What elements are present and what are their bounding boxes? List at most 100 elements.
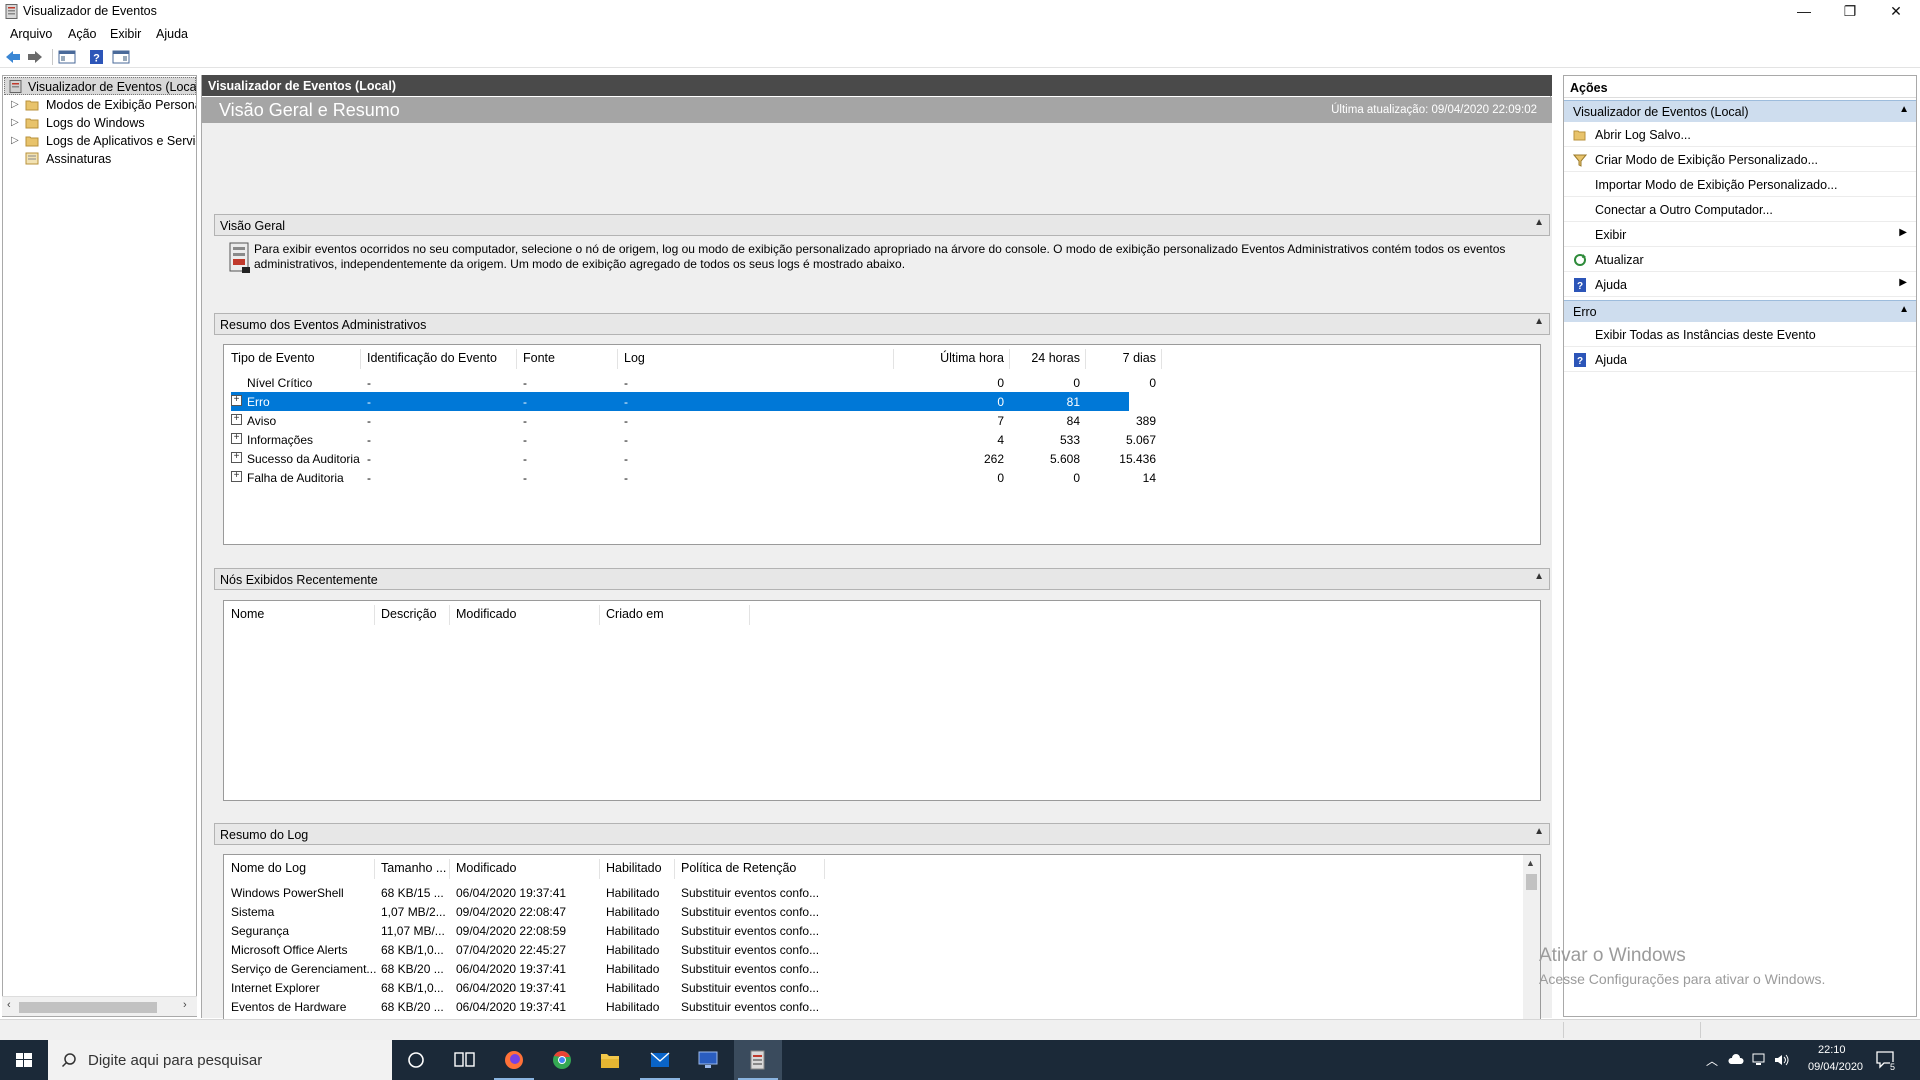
column-divider[interactable] bbox=[1161, 349, 1162, 369]
column-header-id[interactable]: Identificação do Evento bbox=[367, 351, 497, 369]
log-summary-row[interactable]: Serviço de Gerenciament... 68 KB/20 ... 06… bbox=[231, 959, 1521, 978]
cortana-icon[interactable] bbox=[392, 1040, 440, 1080]
taskbar-event-viewer[interactable] bbox=[734, 1040, 782, 1080]
onedrive-cloud-icon[interactable] bbox=[1728, 1054, 1744, 1065]
expand-arrow-icon[interactable]: ▷ bbox=[11, 135, 19, 146]
expand-arrow-icon[interactable]: ▷ bbox=[11, 99, 19, 110]
admin-summary-row[interactable]: + Erro - - - 0 81 306 bbox=[231, 392, 1156, 411]
log-summary-row[interactable]: Microsoft Office Alerts 68 KB/1,0... 07/04… bbox=[231, 940, 1521, 959]
column-divider[interactable] bbox=[1009, 349, 1010, 369]
taskbar-search-box[interactable]: Digite aqui para pesquisar bbox=[48, 1040, 392, 1080]
action-item[interactable]: Exibir Todas as Instâncias deste Evento bbox=[1564, 323, 1916, 347]
scrollbar-thumb[interactable] bbox=[1526, 874, 1537, 890]
column-divider[interactable] bbox=[516, 349, 517, 369]
menu-arquivo[interactable]: Arquivo bbox=[10, 27, 52, 41]
collapse-icon[interactable]: ▲ bbox=[1534, 826, 1544, 837]
action-item[interactable]: Conectar a Outro Computador... bbox=[1564, 198, 1916, 222]
section-log-summary-header[interactable]: Resumo do Log ▲ bbox=[214, 823, 1550, 845]
column-divider[interactable] bbox=[599, 605, 600, 625]
tray-chevron-up-icon[interactable]: ︿ bbox=[1706, 1052, 1718, 1069]
collapse-icon[interactable]: ▲ bbox=[1899, 304, 1909, 315]
column-divider[interactable] bbox=[449, 859, 450, 879]
section-recent-header[interactable]: Nós Exibidos Recentemente ▲ bbox=[214, 568, 1550, 590]
actions-group-local[interactable]: Visualizador de Eventos (Local) ▲ bbox=[1564, 100, 1916, 122]
action-item[interactable]: Atualizar bbox=[1564, 248, 1916, 272]
column-header-created[interactable]: Criado em bbox=[606, 607, 664, 625]
expand-arrow-icon[interactable]: ▷ bbox=[11, 117, 19, 128]
section-overview-header[interactable]: Visão Geral ▲ bbox=[214, 214, 1550, 236]
log-summary-row[interactable]: Segurança 11,07 MB/... 09/04/2020 22:08:59… bbox=[231, 921, 1521, 940]
network-icon[interactable] bbox=[1752, 1053, 1768, 1067]
show-hide-action-pane-icon[interactable] bbox=[112, 49, 130, 65]
log-summary-row[interactable]: Sistema 1,07 MB/2... 09/04/2020 22:08:47 Ha… bbox=[231, 902, 1521, 921]
scroll-right-icon[interactable]: › bbox=[183, 999, 187, 1011]
action-item[interactable]: Abrir Log Salvo... bbox=[1564, 123, 1916, 147]
tree-node-windows-logs[interactable]: ▷ Logs do Windows bbox=[4, 114, 196, 132]
column-header-type[interactable]: Tipo de Evento bbox=[231, 351, 315, 369]
taskbar-file-explorer[interactable] bbox=[586, 1040, 634, 1080]
show-hide-console-tree-icon[interactable] bbox=[58, 49, 76, 65]
close-button[interactable]: ✕ bbox=[1873, 0, 1919, 23]
restore-button[interactable]: ❐ bbox=[1827, 0, 1873, 23]
column-header-modified[interactable]: Modificado bbox=[456, 861, 516, 879]
column-divider[interactable] bbox=[1085, 349, 1086, 369]
scrollbar-thumb[interactable] bbox=[19, 1002, 157, 1013]
collapse-icon[interactable]: ▲ bbox=[1534, 316, 1544, 327]
log-summary-row[interactable]: Eventos de Hardware 68 KB/20 ... 06/04/202… bbox=[231, 997, 1521, 1016]
column-divider[interactable] bbox=[617, 349, 618, 369]
column-header-size[interactable]: Tamanho ... bbox=[381, 861, 446, 879]
expand-plus-icon[interactable]: + bbox=[231, 452, 242, 463]
windows-start-icon[interactable] bbox=[0, 1040, 48, 1080]
collapse-icon[interactable]: ▲ bbox=[1534, 571, 1544, 582]
column-header-last-hour[interactable]: Última hora bbox=[898, 351, 1004, 369]
clock-date[interactable]: 09/04/2020 bbox=[1808, 1061, 1863, 1073]
column-header-enabled[interactable]: Habilitado bbox=[606, 861, 662, 879]
admin-summary-row[interactable]: Nível Crítico - - - 0 0 0 bbox=[231, 373, 1156, 392]
expand-plus-icon[interactable]: + bbox=[231, 433, 242, 444]
admin-summary-row[interactable]: + Informações - - - 4 533 5.067 bbox=[231, 430, 1156, 449]
column-divider[interactable] bbox=[893, 349, 894, 369]
action-item[interactable]: ? Ajuda ▶ bbox=[1564, 273, 1916, 297]
column-divider[interactable] bbox=[449, 605, 450, 625]
menu-exibir[interactable]: Exibir bbox=[110, 27, 141, 41]
volume-icon[interactable] bbox=[1774, 1053, 1790, 1067]
clock-time[interactable]: 22:10 bbox=[1818, 1044, 1846, 1056]
tree-node-custom-views[interactable]: ▷ Modos de Exibição Personalizados bbox=[4, 96, 196, 114]
tree-node-app-service-logs[interactable]: ▷ Logs de Aplicativos e Serviços bbox=[4, 132, 196, 150]
action-item[interactable]: Criar Modo de Exibição Personalizado... bbox=[1564, 148, 1916, 172]
scroll-left-icon[interactable]: ‹ bbox=[7, 999, 11, 1011]
column-divider[interactable] bbox=[374, 605, 375, 625]
actions-group-erro[interactable]: Erro ▲ bbox=[1564, 300, 1916, 322]
submenu-arrow-icon[interactable]: ▶ bbox=[1899, 227, 1907, 238]
column-header-log[interactable]: Log bbox=[624, 351, 645, 369]
log-summary-row[interactable]: Internet Explorer 68 KB/1,0... 06/04/2020 … bbox=[231, 978, 1521, 997]
column-header-description[interactable]: Descrição bbox=[381, 607, 437, 625]
column-divider[interactable] bbox=[374, 859, 375, 879]
taskbar-remote-desktop[interactable] bbox=[684, 1040, 732, 1080]
help-icon[interactable]: ? bbox=[88, 49, 106, 65]
menu-ajuda[interactable]: Ajuda bbox=[156, 27, 188, 41]
section-admin-summary-header[interactable]: Resumo dos Eventos Administrativos ▲ bbox=[214, 313, 1550, 335]
back-arrow-icon[interactable] bbox=[4, 49, 22, 65]
submenu-arrow-icon[interactable]: ▶ bbox=[1899, 277, 1907, 288]
tree-node-subscriptions[interactable]: Assinaturas bbox=[4, 150, 196, 168]
scroll-up-icon[interactable]: ▲ bbox=[1526, 858, 1535, 868]
column-divider[interactable] bbox=[360, 349, 361, 369]
task-view-icon[interactable] bbox=[440, 1040, 488, 1080]
taskbar-mail[interactable] bbox=[636, 1040, 684, 1080]
admin-summary-row[interactable]: + Falha de Auditoria - - - 0 0 14 bbox=[231, 468, 1156, 487]
column-header-log-name[interactable]: Nome do Log bbox=[231, 861, 306, 879]
column-header-retention[interactable]: Política de Retenção bbox=[681, 861, 796, 879]
tree-horizontal-scrollbar[interactable]: ‹ › bbox=[2, 996, 197, 1016]
collapse-icon[interactable]: ▲ bbox=[1899, 104, 1909, 115]
tree-node-local[interactable]: Visualizador de Eventos (Local) bbox=[4, 77, 196, 95]
column-header-24h[interactable]: 24 horas bbox=[1014, 351, 1080, 369]
admin-summary-row[interactable]: + Aviso - - - 7 84 389 bbox=[231, 411, 1156, 430]
action-item[interactable]: ? Ajuda bbox=[1564, 348, 1916, 372]
action-item[interactable]: Exibir ▶ bbox=[1564, 223, 1916, 247]
admin-summary-row[interactable]: + Sucesso da Auditoria - - -262 5.608 15.436 bbox=[231, 449, 1156, 468]
column-header-7d[interactable]: 7 dias bbox=[1090, 351, 1156, 369]
collapse-icon[interactable]: ▲ bbox=[1534, 217, 1544, 228]
column-header-modified[interactable]: Modificado bbox=[456, 607, 516, 625]
action-item[interactable]: Importar Modo de Exibição Personalizado.… bbox=[1564, 173, 1916, 197]
